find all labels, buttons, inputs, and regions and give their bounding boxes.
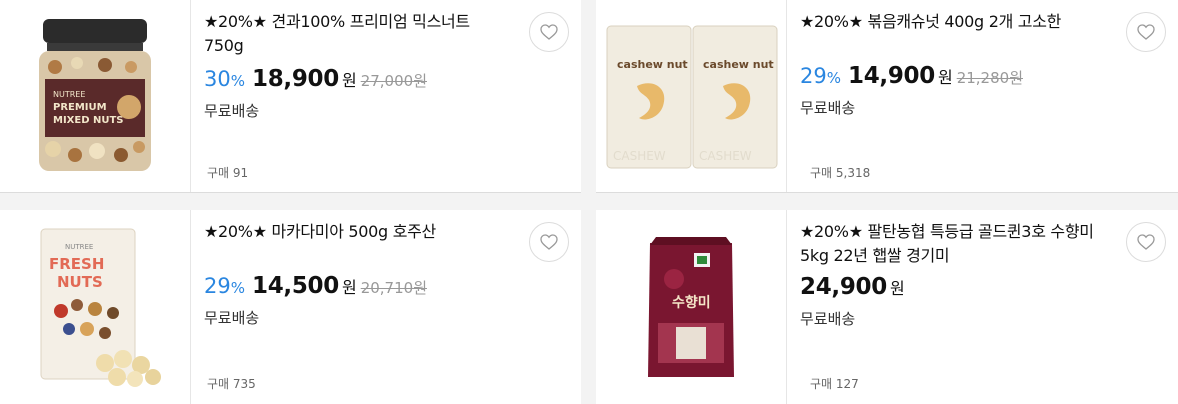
currency-label: 원 [341, 71, 357, 90]
svg-text:PREMIUM: PREMIUM [53, 102, 107, 113]
purchase-count: 구매 5,318 [810, 166, 871, 180]
heart-icon [1137, 24, 1155, 40]
svg-text:MIXED NUTS: MIXED NUTS [53, 115, 124, 126]
price-row: 29 % 14,900 원 21,280원 [800, 63, 1098, 89]
product-card[interactable]: 수향미 ★20%★ 팔탄농협 특등급 골드퀸3호 수향미 5kg 22년 햅쌀 … [596, 210, 1178, 404]
purchase-count: 구매 735 [207, 377, 256, 391]
shipping-label: 무료배송 [204, 309, 260, 327]
currency-label: 원 [889, 279, 905, 298]
svg-text:NUTREE: NUTREE [53, 90, 85, 99]
purchase-count: 구매 91 [207, 166, 249, 180]
product-title[interactable]: ★20%★ 팔탄농협 특등급 골드퀸3호 수향미 5kg 22년 햅쌀 경기미 [800, 220, 1098, 268]
sale-price: 14,900 [848, 63, 935, 89]
discount-rate: 30 [204, 67, 231, 91]
original-price: 27,000원 [360, 72, 427, 90]
product-image[interactable]: cashew nut CASHEW cashew nut CASHEW [596, 0, 787, 193]
price-row: 30 % 18,900 원 27,000원 [204, 66, 501, 92]
svg-text:FRESH: FRESH [49, 255, 104, 273]
wishlist-button[interactable] [1126, 12, 1166, 52]
heart-icon [540, 234, 558, 250]
sale-price: 24,900 [800, 274, 887, 300]
wishlist-button[interactable] [1126, 222, 1166, 262]
product-image[interactable]: 수향미 [596, 210, 787, 404]
purchase-count: 구매 127 [810, 377, 859, 391]
product-card[interactable]: NUTREE PREMIUM MIXED NUTS ★20%★ 견과100% 프… [0, 0, 581, 193]
shipping-label: 무료배송 [800, 99, 856, 117]
shipping-label: 무료배송 [204, 102, 260, 120]
product-title[interactable]: ★20%★ 마카다미아 500g 호주산 [204, 220, 501, 244]
currency-label: 원 [341, 278, 357, 297]
svg-text:CASHEW: CASHEW [699, 149, 752, 163]
sale-price: 18,900 [252, 66, 339, 92]
product-title[interactable]: ★20%★ 견과100% 프리미엄 믹스너트 750g [204, 10, 501, 58]
sale-price: 14,500 [252, 273, 339, 299]
wishlist-button[interactable] [529, 12, 569, 52]
discount-rate-unit: % [230, 72, 245, 90]
original-price: 21,280원 [956, 69, 1023, 87]
macadamia-bag-image: NUTREE FRESH NUTS [40, 228, 161, 387]
mixed-nuts-jar-image: NUTREE PREMIUM MIXED NUTS [39, 18, 151, 171]
svg-text:cashew nut: cashew nut [703, 58, 774, 71]
discount-rate-unit: % [230, 279, 245, 297]
svg-text:수향미: 수향미 [672, 294, 711, 311]
svg-text:NUTS: NUTS [57, 273, 103, 291]
product-image[interactable]: NUTREE FRESH NUTS [0, 210, 191, 404]
currency-label: 원 [937, 68, 953, 87]
product-title[interactable]: ★20%★ 볶음캐슈넛 400g 2개 고소한 [800, 10, 1098, 34]
discount-rate: 29 [800, 64, 827, 88]
wishlist-button[interactable] [529, 222, 569, 262]
price-row: 24,900 원 [800, 274, 1098, 300]
heart-icon [1137, 234, 1155, 250]
shipping-label: 무료배송 [800, 310, 856, 328]
discount-rate: 29 [204, 274, 231, 298]
svg-text:NUTREE: NUTREE [65, 243, 93, 251]
svg-text:cashew nut: cashew nut [617, 58, 688, 71]
product-image[interactable]: NUTREE PREMIUM MIXED NUTS [0, 0, 191, 193]
svg-text:CASHEW: CASHEW [613, 149, 666, 163]
discount-rate-unit: % [826, 69, 841, 87]
heart-icon [540, 24, 558, 40]
rice-bag-image: 수향미 [648, 237, 734, 377]
product-card[interactable]: NUTREE FRESH NUTS ★20%★ 마카다미아 500g 호주산 2… [0, 210, 581, 404]
cashew-nut-bag-image: cashew nut CASHEW cashew nut CASHEW [606, 25, 778, 168]
original-price: 20,710원 [360, 279, 427, 297]
product-card[interactable]: cashew nut CASHEW cashew nut CASHEW ★20%… [596, 0, 1178, 193]
price-row: 29 % 14,500 원 20,710원 [204, 273, 501, 299]
